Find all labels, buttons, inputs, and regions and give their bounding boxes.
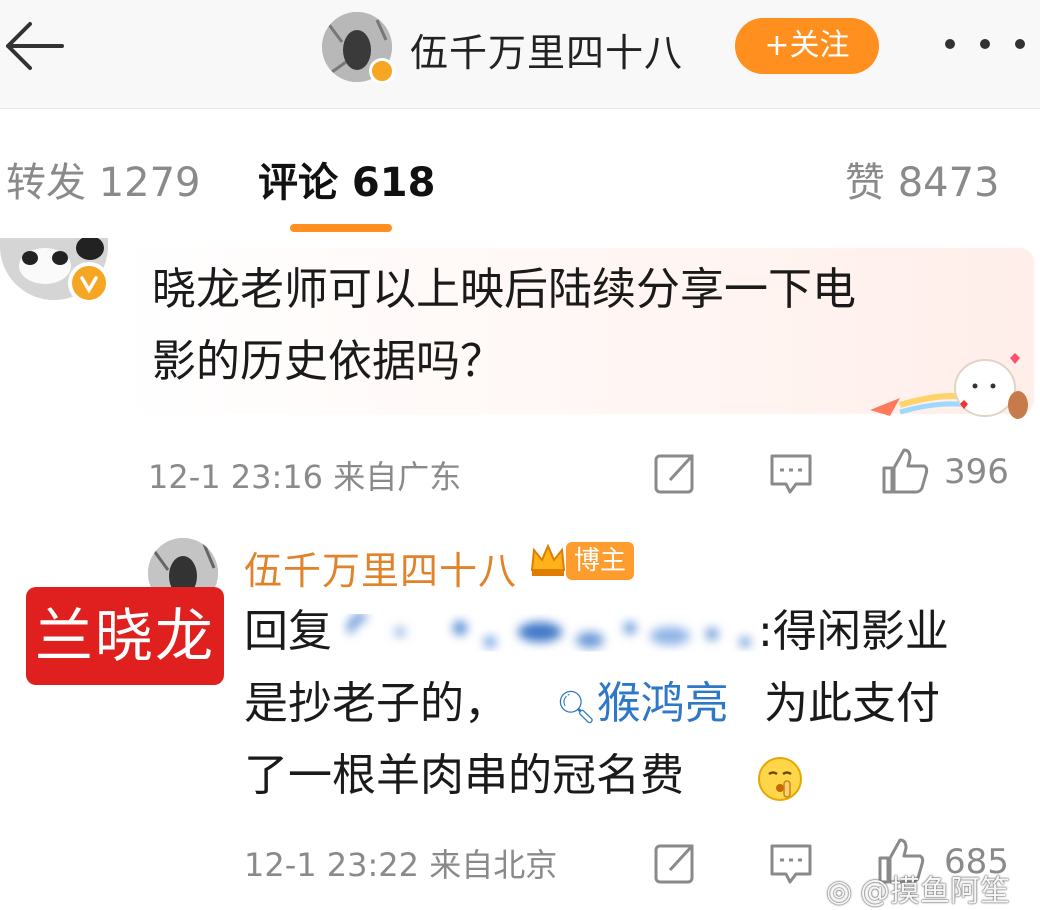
blurred-mention[interactable] bbox=[340, 602, 760, 662]
timestamp: 12-1 23:16 bbox=[148, 458, 324, 496]
reply-text: 为此支付 bbox=[764, 678, 940, 729]
like-icon[interactable] bbox=[880, 446, 930, 496]
follow-button[interactable]: +关注 bbox=[735, 18, 879, 74]
watermark-text: @摸鱼阿笙 bbox=[860, 874, 1010, 909]
share-icon[interactable] bbox=[652, 450, 698, 496]
reply-text: :得闲影业 bbox=[758, 606, 949, 657]
overlay-name-label: 兰晓龙 bbox=[26, 587, 224, 685]
shush-emoji-icon bbox=[758, 757, 802, 801]
replier-name[interactable]: 伍千万里四十八 bbox=[244, 540, 517, 595]
blogger-badge: 博主 bbox=[566, 542, 635, 580]
reply-icon[interactable] bbox=[768, 450, 814, 496]
bubble-decoration-icon bbox=[870, 353, 1028, 419]
search-icon: 🔍︎ bbox=[556, 688, 597, 726]
topic-link[interactable]: 🔍︎猴鸿亮 bbox=[556, 669, 729, 742]
watermark: ◎ @摸鱼阿笙 bbox=[826, 866, 1010, 910]
reply-text: 了一根羊肉串的冠名费 bbox=[244, 750, 684, 801]
comment-text: 晓龙老师可以上映后陆续分享一下电 bbox=[152, 264, 856, 315]
back-arrow-icon[interactable] bbox=[0, 16, 70, 76]
tab-likes[interactable]: 赞 8473 bbox=[845, 150, 1000, 208]
reply-icon[interactable] bbox=[768, 840, 814, 886]
tab-comments[interactable]: 评论 618 bbox=[258, 150, 435, 208]
verified-badge-icon bbox=[369, 58, 395, 84]
crown-icon bbox=[530, 543, 566, 576]
active-tab-indicator bbox=[290, 224, 392, 232]
topic-label: 猴鸿亮 bbox=[596, 678, 729, 729]
weibo-logo-icon: ◎ bbox=[826, 874, 853, 909]
reply-text: 是抄老子的， bbox=[244, 678, 508, 729]
verified-badge-icon bbox=[68, 262, 110, 304]
account-name[interactable]: 伍千万里四十八 bbox=[410, 22, 683, 77]
reply-prefix: 回复 bbox=[244, 606, 332, 657]
share-icon[interactable] bbox=[652, 840, 698, 886]
comment-meta: 12-1 23:16 来自广东 bbox=[148, 452, 461, 498]
comment-text: 影的历史依据吗？ bbox=[152, 336, 504, 387]
timestamp: 12-1 23:22 bbox=[244, 846, 420, 884]
location: 来自北京 bbox=[429, 846, 558, 884]
reply-meta: 12-1 23:22 来自北京 bbox=[244, 840, 557, 886]
more-icon[interactable] bbox=[940, 22, 1030, 66]
tab-repost[interactable]: 转发 1279 bbox=[6, 150, 201, 208]
like-count: 396 bbox=[944, 452, 1009, 492]
location: 来自广东 bbox=[333, 458, 462, 496]
